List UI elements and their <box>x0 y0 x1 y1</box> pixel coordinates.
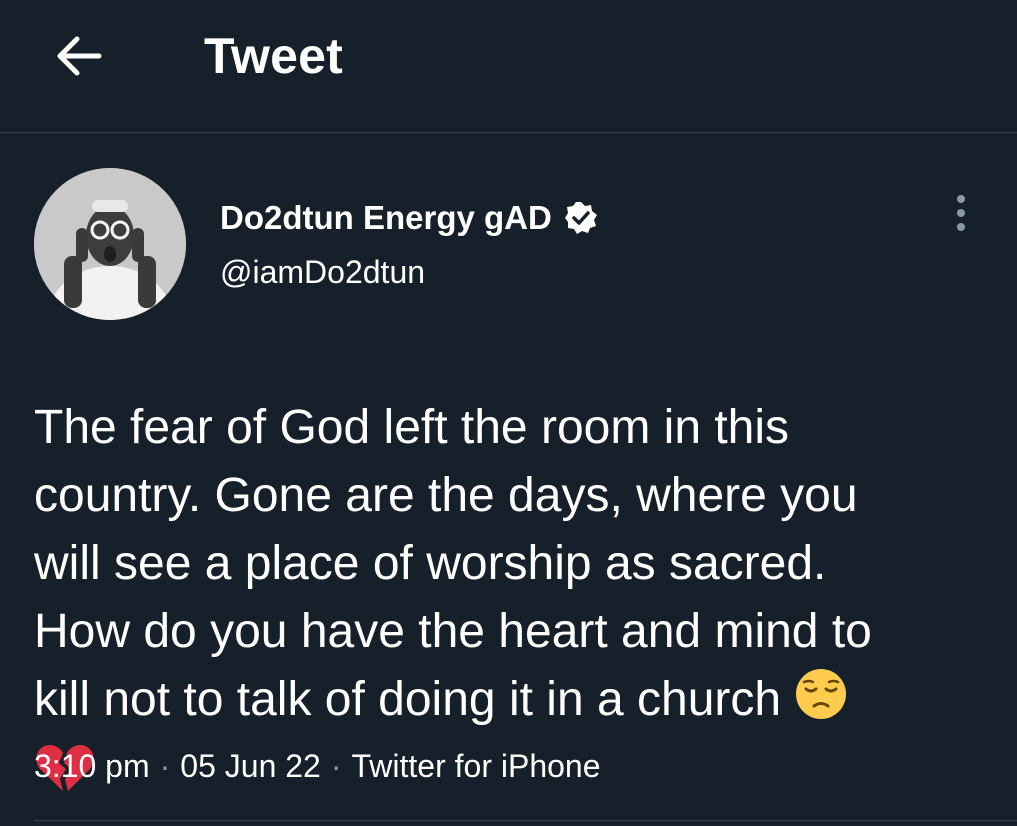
tweet-line: country. Gone are the days, where you <box>34 469 858 522</box>
tweet-source[interactable]: Twitter for iPhone <box>352 748 601 784</box>
author-name-row: Do2dtun Energy gAD <box>220 194 598 242</box>
display-name[interactable]: Do2dtun Energy gAD <box>220 194 552 242</box>
author-handle[interactable]: @iamDo2dtun <box>220 250 425 294</box>
more-vertical-icon <box>957 195 965 231</box>
pensive-face-emoji <box>794 667 848 740</box>
tweet-line: kill not to talk of doing it in a church <box>34 673 782 726</box>
top-bar: Tweet <box>0 0 1017 133</box>
tweet-line: will see a place of worship as sacred. <box>34 537 827 590</box>
tweet-time[interactable]: 3:10 pm <box>34 748 150 784</box>
more-options-button[interactable] <box>940 192 982 234</box>
meta-separator: · <box>330 748 342 784</box>
tweet-date[interactable]: 05 Jun 22 <box>180 748 321 784</box>
back-button[interactable] <box>48 28 108 84</box>
verified-badge-icon <box>564 201 598 235</box>
avatar[interactable] <box>34 168 186 320</box>
meta-separator: · <box>159 748 171 784</box>
page-title: Tweet <box>204 28 343 84</box>
avatar-image <box>34 168 186 320</box>
tweet-line: How do you have the heart and mind to <box>34 605 872 658</box>
tweet-line: The fear of God left the room in this <box>34 401 790 454</box>
tweet-text: The fear of God left the room in this co… <box>34 326 994 814</box>
arrow-left-icon <box>57 36 102 76</box>
divider <box>34 820 1017 821</box>
tweet-meta: 3:10 pm · 05 Jun 22 · Twitter for iPhone <box>34 742 601 790</box>
